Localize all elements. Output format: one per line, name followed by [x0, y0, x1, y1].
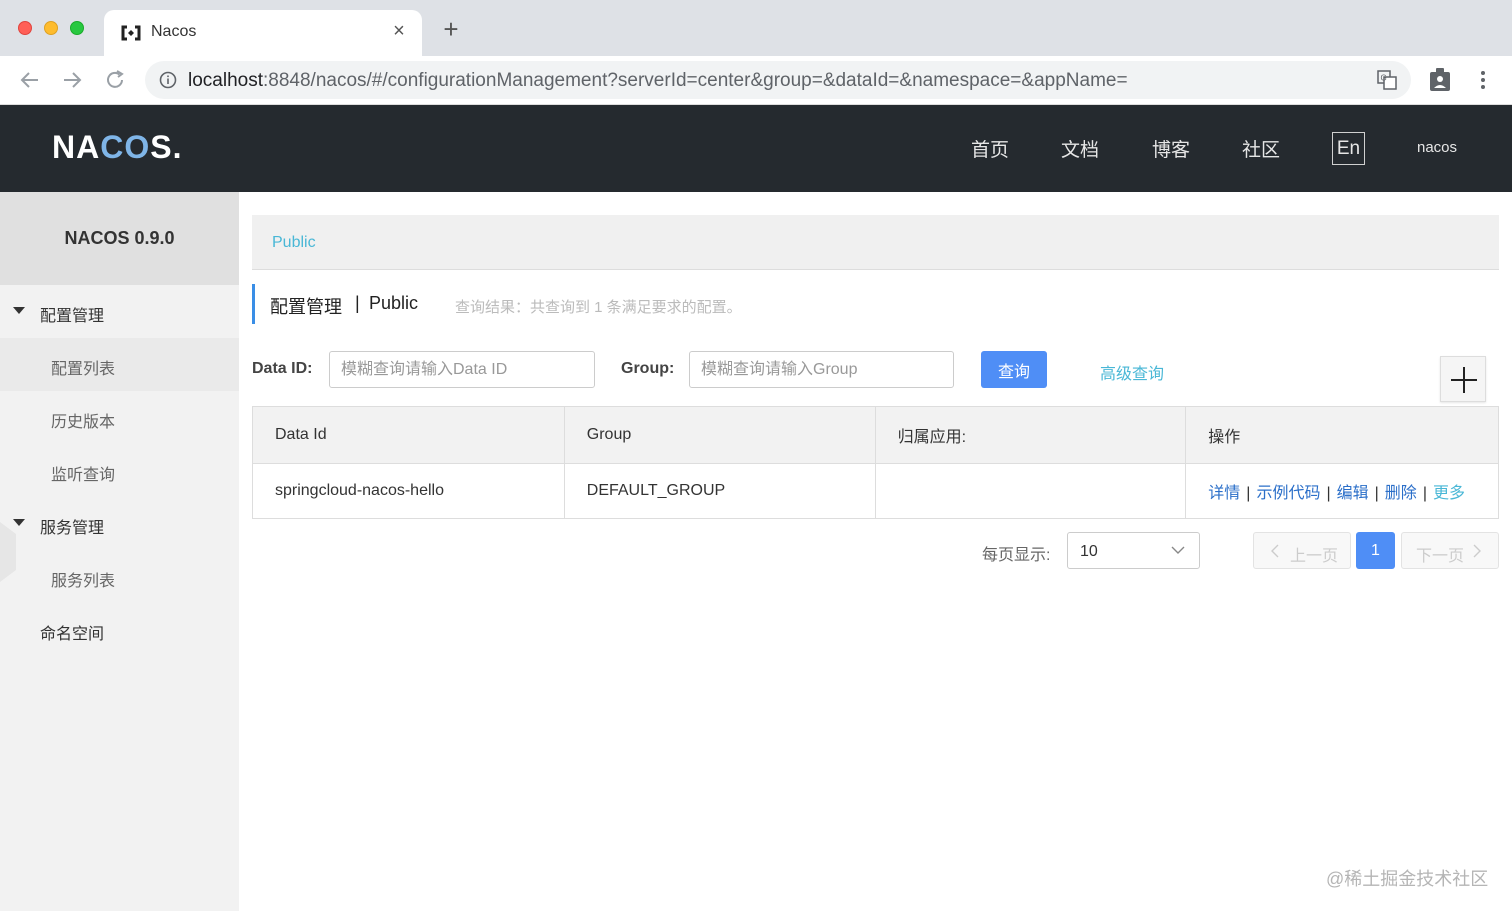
sidebar-group-config[interactable]: 配置管理: [0, 285, 239, 338]
column-header-dataid: Data Id: [252, 406, 565, 464]
page-namespace: Public: [369, 293, 419, 313]
prev-page-label: 上一页: [1290, 548, 1339, 565]
column-header-app: 归属应用:: [874, 406, 1187, 464]
back-icon[interactable]: [16, 66, 44, 94]
sample-code-link[interactable]: 示例代码: [1256, 485, 1320, 502]
query-result-text: 查询结果：共查询到 1 条满足要求的配置。: [455, 299, 742, 316]
cell-app: [874, 463, 1187, 519]
nacos-logo[interactable]: NACOS.: [52, 129, 182, 166]
tab-close-icon[interactable]: ×: [388, 20, 410, 42]
sidebar-item-config-list[interactable]: 配置列表: [0, 338, 239, 391]
language-switch-button[interactable]: En: [1332, 132, 1365, 165]
add-config-button[interactable]: [1440, 356, 1486, 402]
sidebar-group-label: 配置管理: [40, 308, 105, 325]
title-separator: |: [355, 293, 360, 313]
detail-link[interactable]: 详情: [1208, 485, 1240, 502]
sidebar-item-listener[interactable]: 监听查询: [0, 444, 239, 497]
cell-operations: 详情 | 示例代码 | 编辑 | 删除 | 更多: [1185, 463, 1499, 519]
window-zoom-button[interactable]: [70, 21, 84, 35]
group-input[interactable]: [689, 351, 954, 388]
watermark: @稀土掘金技术社区: [1326, 869, 1489, 889]
dataid-input[interactable]: [329, 351, 595, 388]
app-header: NACOS. 首页 文档 博客 社区 En nacos: [0, 105, 1512, 192]
nav-home[interactable]: 首页: [971, 135, 1009, 162]
sidebar-item-label: 配置列表: [51, 361, 116, 378]
nav-docs[interactable]: 文档: [1061, 135, 1099, 162]
page-size-label: 每页显示:: [982, 547, 1051, 564]
svg-text:G: G: [1381, 74, 1387, 83]
dataid-label: Data ID:: [252, 360, 313, 377]
prev-page-button[interactable]: 上一页: [1253, 532, 1351, 569]
column-header-group: Group: [563, 406, 876, 464]
sidebar-item-label: 监听查询: [51, 467, 116, 484]
site-info-icon[interactable]: [159, 71, 177, 89]
sidebar: NACOS 0.9.0 配置管理 配置列表 历史版本 监听查询 服务管理 服务列…: [0, 192, 239, 911]
chevron-down-icon: [1171, 546, 1185, 554]
page-number-current[interactable]: 1: [1356, 532, 1395, 569]
sidebar-item-history[interactable]: 历史版本: [0, 391, 239, 444]
window-close-button[interactable]: [18, 21, 32, 35]
tab-title: Nacos: [151, 23, 197, 40]
table-row: springcloud-nacos-hello DEFAULT_GROUP 详情…: [252, 463, 1499, 519]
sidebar-item-label: 历史版本: [51, 414, 116, 431]
nav-community[interactable]: 社区: [1242, 135, 1280, 162]
user-name[interactable]: nacos: [1417, 139, 1457, 156]
caret-down-icon: [13, 519, 25, 526]
op-separator: |: [1422, 485, 1427, 502]
extension-icon[interactable]: [1428, 66, 1452, 92]
sidebar-item-label: 服务列表: [51, 573, 116, 590]
chevron-left-icon: [1271, 544, 1279, 558]
new-tab-icon[interactable]: +: [438, 16, 464, 44]
browser-tab-bar: Nacos × +: [0, 0, 1512, 56]
page-size-select[interactable]: 10: [1067, 532, 1200, 569]
page-title: 配置管理: [270, 297, 342, 317]
sidebar-item-service-list[interactable]: 服务列表: [0, 550, 239, 603]
browser-toolbar: localhost:8848/nacos/#/configurationMana…: [0, 56, 1512, 105]
sidebar-group-label: 命名空间: [40, 626, 105, 643]
query-button[interactable]: 查询: [981, 351, 1047, 388]
browser-menu-icon[interactable]: [1474, 68, 1492, 92]
page-size-value: 10: [1080, 543, 1098, 560]
cell-group: DEFAULT_GROUP: [563, 463, 876, 519]
table-header-row: Data Id Group 归属应用: 操作: [252, 406, 1499, 464]
caret-down-icon: [13, 307, 25, 314]
cell-dataid: springcloud-nacos-hello: [252, 463, 565, 519]
sidebar-title: NACOS 0.9.0: [0, 192, 239, 285]
delete-link[interactable]: 删除: [1385, 485, 1417, 502]
translate-icon[interactable]: G: [1377, 70, 1397, 90]
more-link[interactable]: 更多: [1433, 485, 1465, 502]
next-page-label: 下一页: [1416, 548, 1465, 565]
column-header-operations: 操作: [1185, 406, 1499, 464]
nacos-favicon-icon: [121, 25, 141, 41]
reload-icon[interactable]: [101, 66, 129, 94]
browser-tab[interactable]: Nacos ×: [104, 10, 422, 56]
advanced-query-link[interactable]: 高级查询: [1100, 360, 1164, 384]
namespace-bar: Public: [252, 215, 1499, 270]
page-header: 配置管理 | Public 查询结果：共查询到 1 条满足要求的配置。: [252, 284, 742, 324]
sidebar-group-label: 服务管理: [40, 520, 105, 537]
edit-link[interactable]: 编辑: [1337, 485, 1369, 502]
chevron-right-icon: [1473, 544, 1481, 558]
config-table: Data Id Group 归属应用: 操作 springcloud-nacos…: [252, 406, 1499, 519]
nav-blog[interactable]: 博客: [1152, 135, 1190, 162]
sidebar-item-namespace[interactable]: 命名空间: [0, 603, 239, 656]
forward-icon[interactable]: [58, 66, 86, 94]
url-text[interactable]: localhost:8848/nacos/#/configurationMana…: [188, 70, 1128, 92]
group-label: Group:: [621, 360, 675, 377]
window-minimize-button[interactable]: [44, 21, 58, 35]
op-separator: |: [1326, 485, 1331, 502]
url-host: localhost: [188, 70, 263, 91]
op-separator: |: [1246, 485, 1251, 502]
url-path: :8848/nacos/#/configurationManagement?se…: [263, 70, 1128, 91]
sidebar-group-service[interactable]: 服务管理: [0, 497, 239, 550]
next-page-button[interactable]: 下一页: [1401, 532, 1499, 569]
op-separator: |: [1374, 485, 1379, 502]
namespace-tab-public[interactable]: Public: [272, 234, 316, 252]
address-bar[interactable]: localhost:8848/nacos/#/configurationMana…: [145, 61, 1411, 99]
